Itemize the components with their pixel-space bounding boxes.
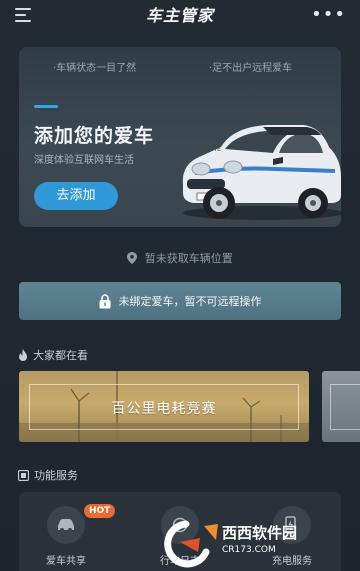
add-car-button[interactable]: 去添加: [34, 182, 118, 210]
vehicle-location: 暂未获取车辆位置: [0, 250, 360, 266]
lock-icon: [99, 293, 110, 308]
watermark: 西西软件园 CR173.COM: [160, 518, 342, 568]
bind-car-banner[interactable]: 未绑定爱车，暂不可远程操作: [19, 282, 341, 320]
page-title: 车主管家: [145, 6, 214, 25]
hero-subtitle: 深度体验互联网车生活: [34, 155, 134, 166]
promo-title: 百公里电耗竞赛: [111, 401, 217, 417]
bind-car-text: 未绑定爱车，暂不可远程操作: [118, 295, 262, 308]
hero-tag-status: ·车辆状态一目了然: [53, 63, 137, 74]
location-text: 暂未获取车辆位置: [144, 252, 233, 265]
add-car-card: ·车辆状态一目了然 ·足不出户远程爱车 添加您的爱车 深度体验互联网车生活 去添…: [19, 47, 341, 227]
service-car-share[interactable]: HOT 爱车共享: [26, 504, 116, 567]
location-pin-icon: [127, 252, 138, 264]
more-icon[interactable]: •••: [311, 4, 346, 25]
promo-banner-next[interactable]: [322, 371, 360, 442]
accent-line: [34, 105, 58, 108]
hot-badge: HOT: [84, 504, 116, 518]
service-box-icon: [18, 469, 29, 481]
car-icon: [58, 519, 74, 532]
popular-section-header: 大家都在看: [18, 347, 88, 363]
watermark-logo-icon: [164, 520, 218, 568]
services-section-title: 功能服务: [34, 469, 78, 482]
car-illustration: ZOTYE: [182, 125, 341, 220]
hero-title: 添加您的爱车: [34, 125, 155, 147]
car-share-label: 爱车共享: [46, 556, 86, 567]
popular-section-title: 大家都在看: [33, 349, 88, 362]
watermark-name: 西西软件园: [222, 524, 298, 542]
promo-banner[interactable]: 百公里电耗竞赛: [19, 371, 309, 442]
car-share-icon-circle: [47, 506, 85, 544]
car-plate-text: ZOTYE: [201, 146, 221, 153]
top-bar: 车主管家 •••: [0, 0, 360, 28]
hero-tag-remote: ·足不出户远程爱车: [209, 63, 293, 74]
promo-next-frame: [330, 384, 360, 430]
watermark-url: CR173.COM: [222, 545, 276, 555]
services-section-header: 功能服务: [18, 467, 78, 483]
flame-icon: [18, 349, 28, 361]
